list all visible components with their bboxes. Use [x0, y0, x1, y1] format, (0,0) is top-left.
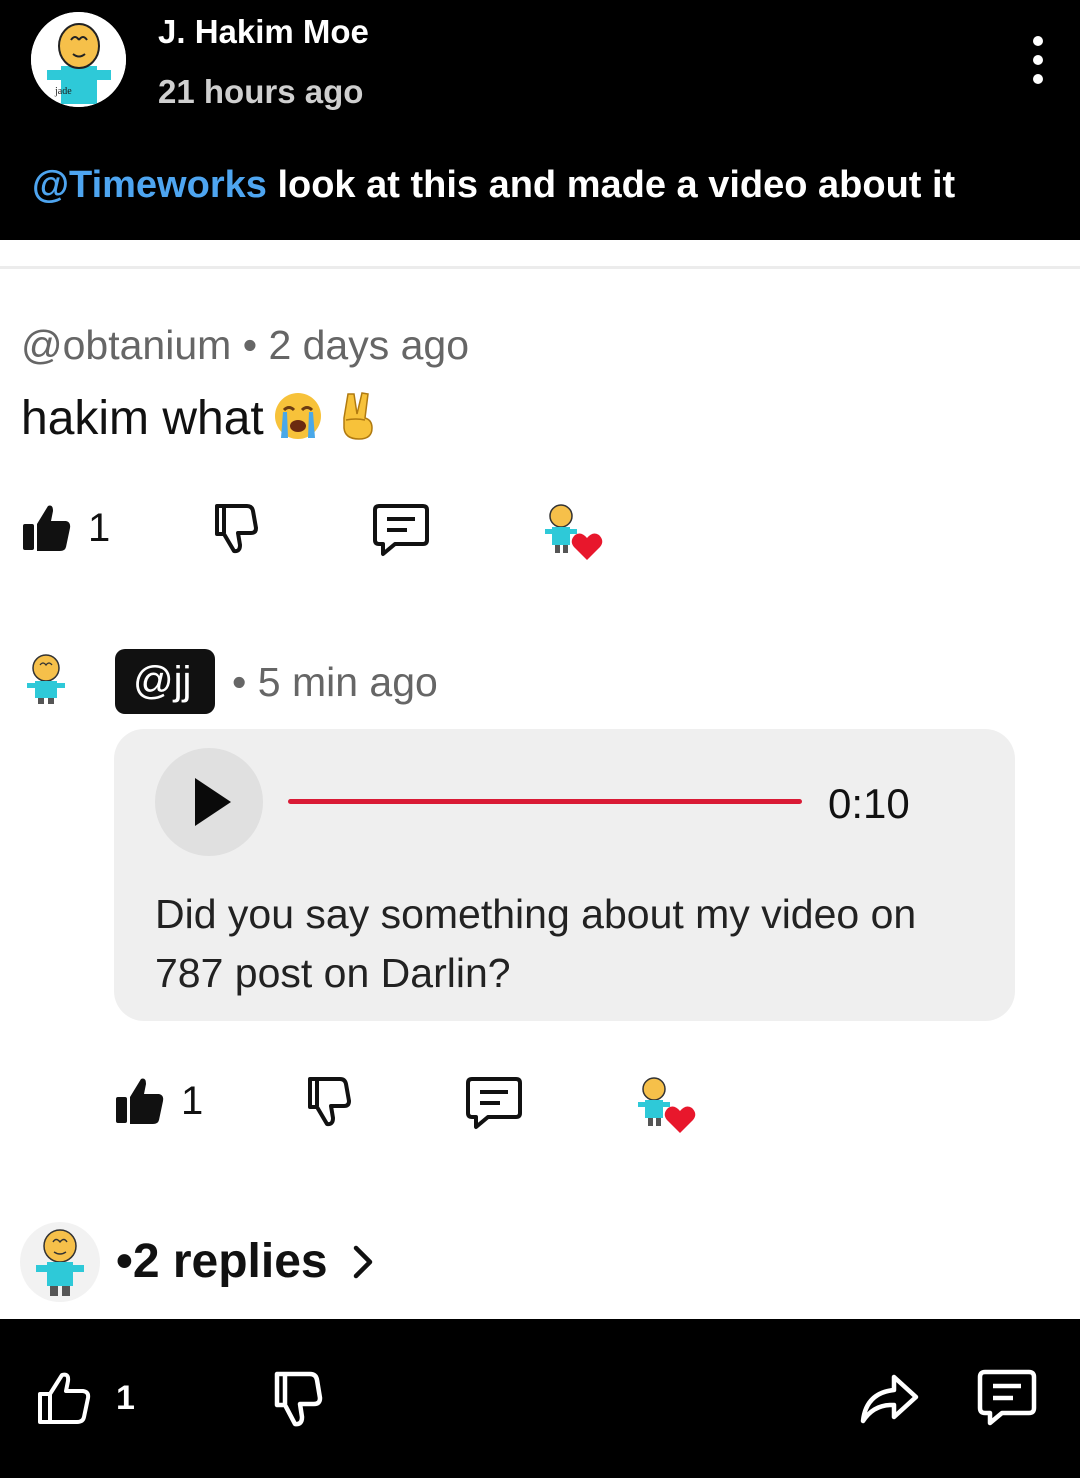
creator-handle-badge[interactable]: @jj: [115, 649, 216, 714]
creator-heart-icon: [545, 504, 603, 560]
author-name[interactable]: J. Hakim Moe: [158, 13, 369, 51]
reply-timestamp: • 5 min ago: [232, 659, 438, 705]
mention-link[interactable]: @Timeworks: [32, 164, 267, 206]
play-icon: [195, 778, 231, 826]
svg-text:jade: jade: [54, 86, 72, 97]
audio-duration: 0:10: [828, 780, 910, 827]
voice-transcript: Did you say something about my video on …: [155, 891, 917, 996]
comment-author[interactable]: @obtanium: [21, 322, 231, 368]
post-like-count: 1: [116, 1379, 135, 1417]
reply-icon[interactable]: [464, 1075, 524, 1131]
victory-hand-icon: [343, 392, 373, 440]
avatar-illustration: [36, 1229, 84, 1296]
divider: [0, 266, 1080, 269]
thumbs-up-icon[interactable]: [114, 1075, 166, 1127]
comments-icon[interactable]: [976, 1368, 1038, 1426]
comment-meta: @obtanium • 2 days ago: [21, 322, 470, 368]
post-timestamp: 21 hours ago: [158, 73, 364, 110]
like-count: 1: [181, 1079, 204, 1123]
thumbs-up-icon[interactable]: [36, 1370, 92, 1426]
view-replies-link[interactable]: • 2 replies: [116, 1234, 376, 1289]
like-count: 1: [88, 506, 111, 550]
loudly-crying-face-icon: [274, 393, 321, 439]
reply-author-avatar[interactable]: [20, 652, 72, 704]
author-avatar[interactable]: jade: [31, 12, 126, 107]
post-action-bar: 1: [0, 1319, 1080, 1478]
creator-heart-icon: [638, 1077, 696, 1133]
chevron-right-icon: [353, 1245, 372, 1278]
voice-reply-card: 0:10 Did you say something about my vide…: [114, 729, 1015, 1021]
creator-avatar: [20, 1222, 100, 1302]
share-icon[interactable]: [858, 1371, 920, 1427]
thumbs-down-icon[interactable]: [207, 502, 259, 554]
thumbs-down-icon[interactable]: [300, 1075, 352, 1127]
reply-icon[interactable]: [371, 502, 431, 558]
thumbs-down-icon[interactable]: [266, 1370, 324, 1428]
comment-timestamp: 2 days ago: [268, 322, 470, 368]
more-options-icon[interactable]: [1020, 36, 1056, 84]
replies-count-label: 2 replies: [132, 1235, 328, 1288]
comment-actions: 1: [21, 502, 621, 562]
post-header: jade J. Hakim Moe 21 hours ago @Timework…: [0, 0, 1080, 240]
avatar-illustration: jade: [31, 12, 126, 107]
reply-actions: 1: [114, 1075, 714, 1135]
post-body: look at this and made a video about it: [266, 164, 956, 206]
audio-progress-bar[interactable]: [288, 799, 802, 804]
comment-text: hakim what: [21, 390, 384, 446]
post-text: @Timeworks look at this and made a video…: [32, 164, 955, 207]
thumbs-up-icon[interactable]: [21, 502, 73, 554]
play-button[interactable]: [155, 748, 263, 856]
